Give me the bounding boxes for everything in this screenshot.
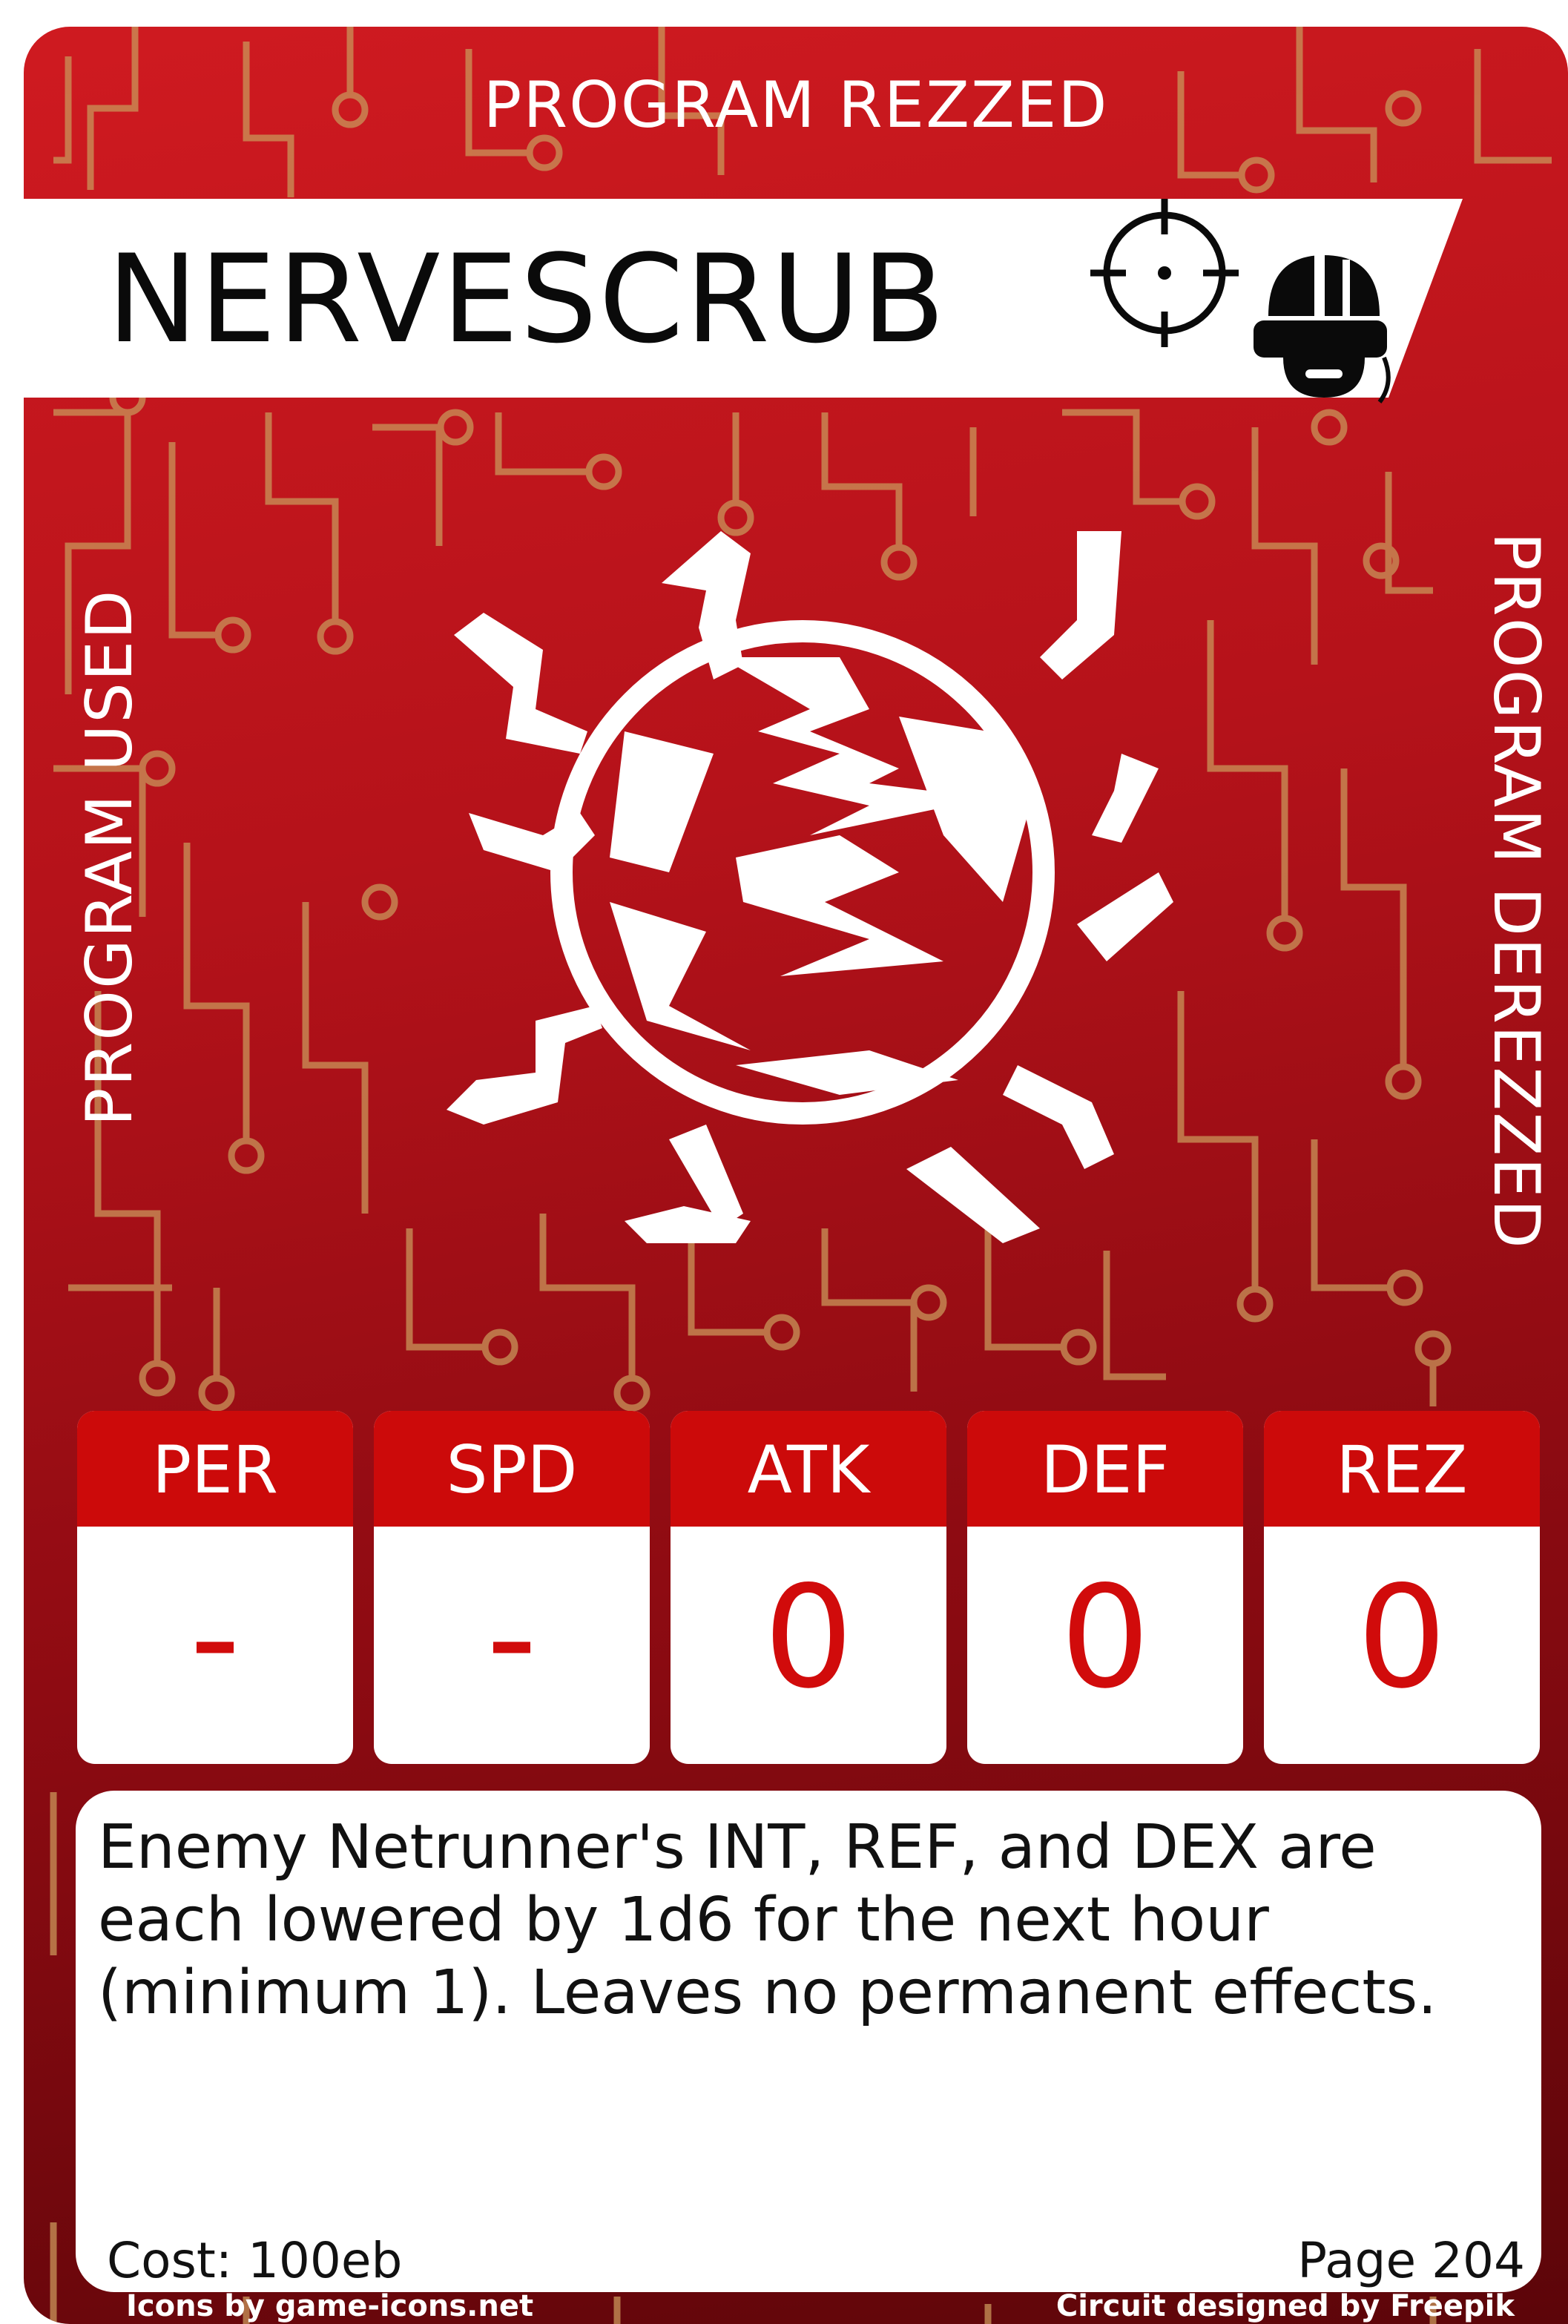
stat-spd: SPD -: [374, 1411, 650, 1764]
stat-label: REZ: [1264, 1411, 1540, 1527]
stat-value: 0: [1357, 1556, 1447, 1719]
title-banner: NERVESCRUB: [24, 199, 1463, 404]
program-used-label: PROGRAM USED: [73, 588, 147, 1127]
stat-value: -: [486, 1556, 538, 1719]
page-reference: Page 204: [1297, 2232, 1525, 2289]
card-title: NERVESCRUB: [107, 228, 947, 370]
stat-label: SPD: [374, 1411, 650, 1527]
program-card: PROGRAM REZZED PROGRAM USED PROGRAM DERE…: [24, 27, 1568, 2324]
stat-rez: REZ 0: [1264, 1411, 1540, 1764]
icons-credit: Icons by game-icons.net: [126, 2289, 534, 2323]
stat-per: PER -: [77, 1411, 353, 1764]
effect-textbox: Enemy Netrunner's INT, REF, and DEX are …: [76, 1791, 1541, 2292]
effect-text: Enemy Netrunner's INT, REF, and DEX are …: [98, 1812, 1437, 2028]
cost-text: Cost: 100eb: [107, 2232, 403, 2289]
stat-value: 0: [763, 1556, 854, 1719]
bug-lightning-icon: [447, 531, 1173, 1243]
stat-atk: ATK 0: [671, 1411, 946, 1764]
circuit-credit: Circuit designed by Freepik: [1055, 2289, 1515, 2323]
stat-value: 0: [1060, 1556, 1150, 1719]
program-derezzed-label: PROGRAM DEREZZED: [1479, 532, 1553, 1250]
program-rezzed-label: PROGRAM REZZED: [483, 68, 1109, 142]
stat-label: DEF: [967, 1411, 1243, 1527]
crosshair-icon: [1090, 199, 1239, 347]
stat-label: PER: [77, 1411, 353, 1527]
stat-label: ATK: [671, 1411, 946, 1527]
stat-def: DEF 0: [967, 1411, 1243, 1764]
netrunner-helmet-icon: [1254, 255, 1391, 404]
stat-value: -: [189, 1556, 241, 1719]
